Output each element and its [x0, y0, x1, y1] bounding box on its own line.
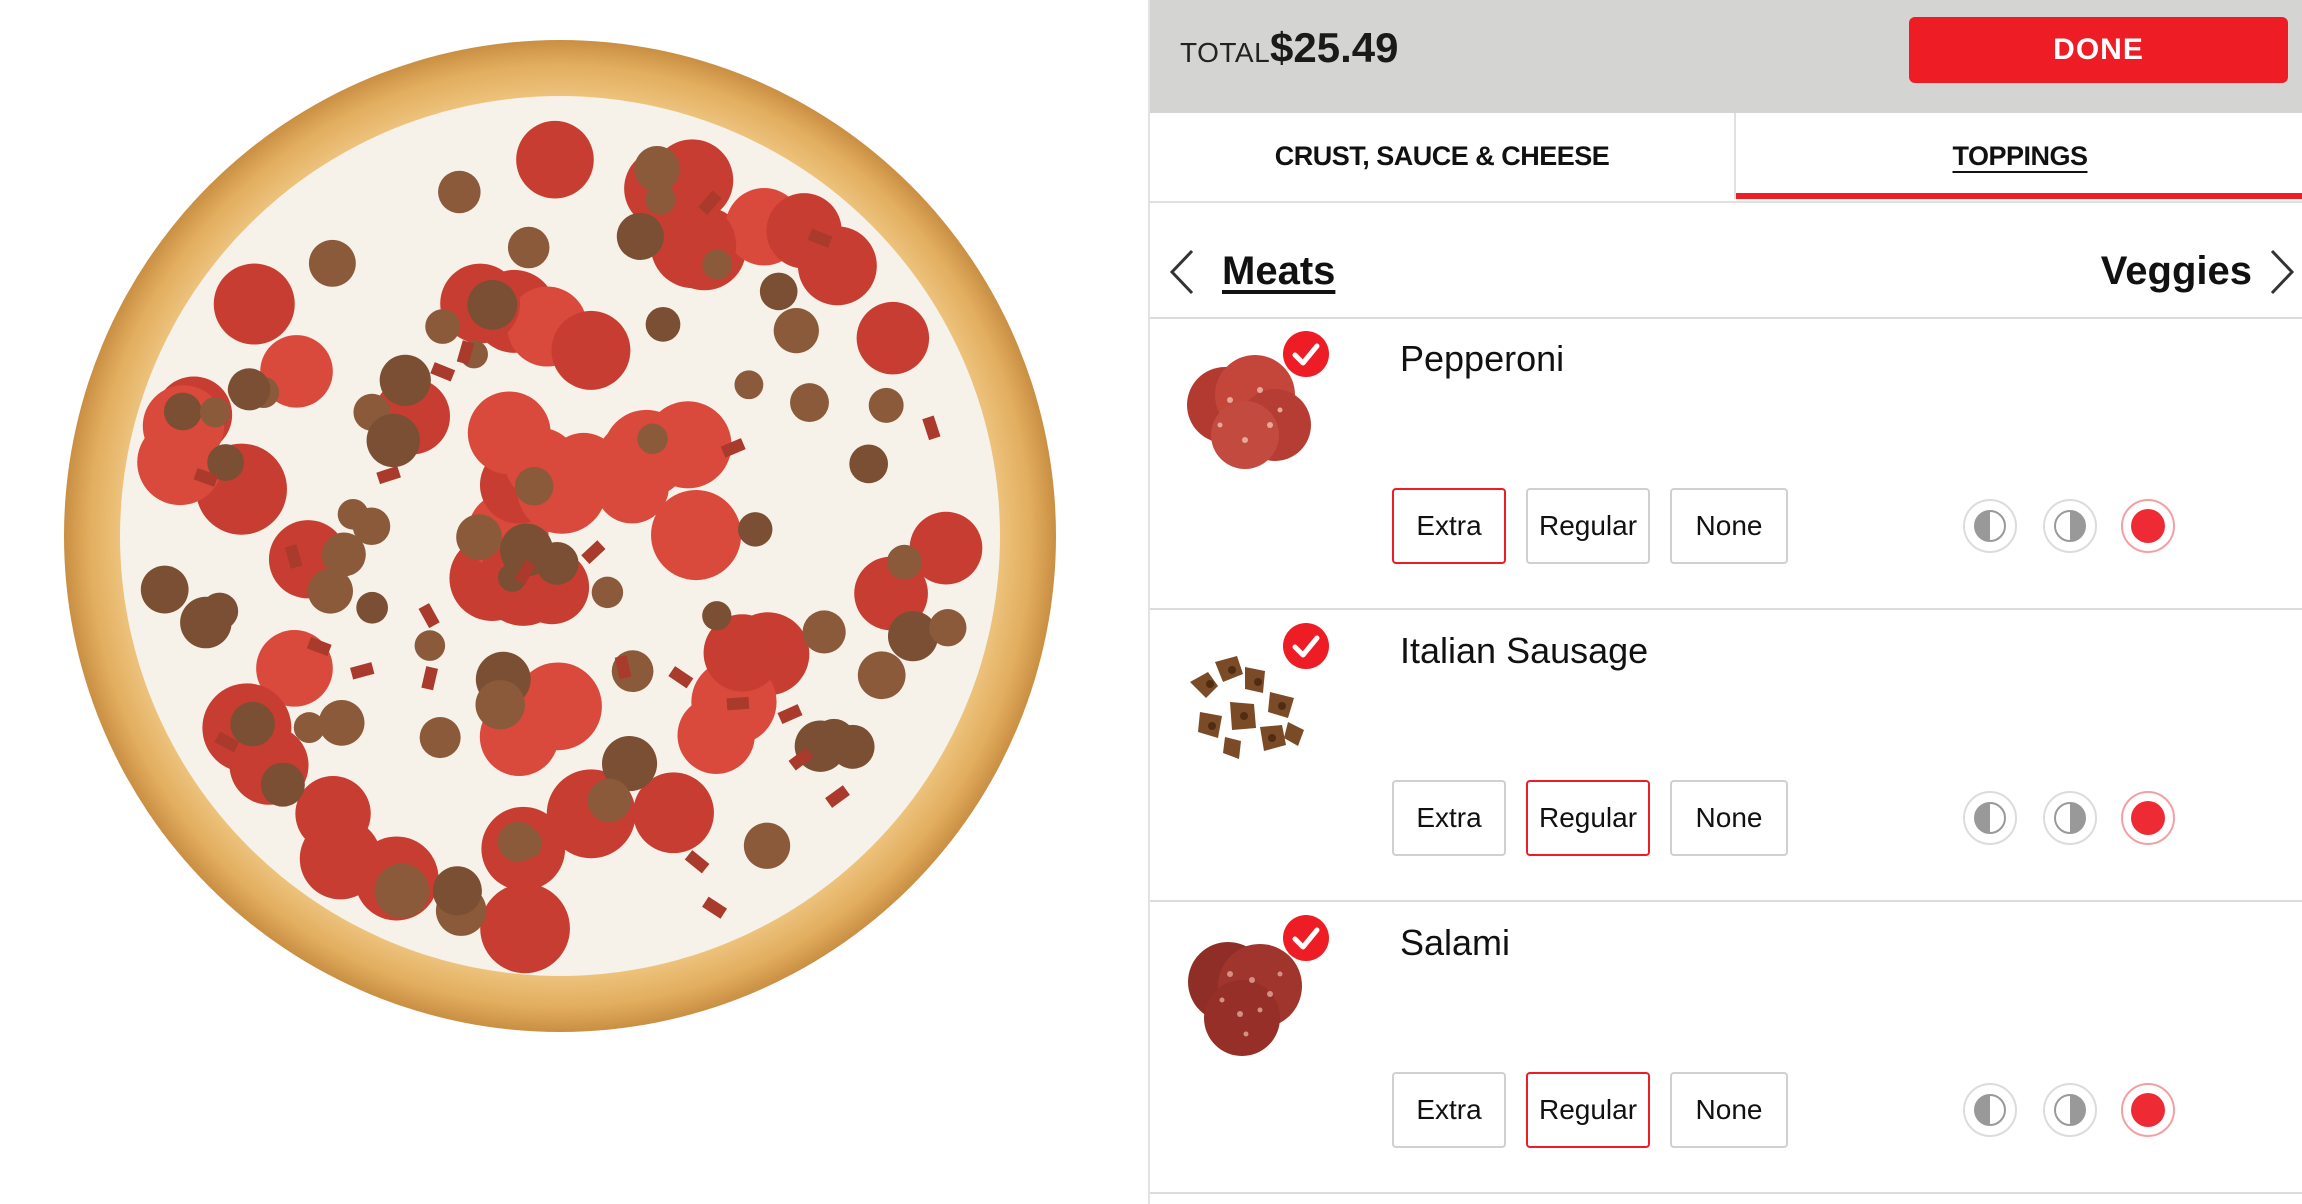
none-button[interactable]: None	[1670, 1072, 1788, 1148]
chevron-left-icon[interactable]	[1164, 247, 1198, 297]
regular-button[interactable]: Regular	[1526, 488, 1650, 564]
topping-row-italian-sausage: Italian Sausage Extra Regular None	[1150, 610, 2302, 902]
tab-toppings[interactable]: TOPPINGS	[1736, 113, 2302, 199]
whole-pizza-icon[interactable]	[2120, 498, 2176, 554]
category-navigation: Meats Veggies	[1150, 201, 2302, 319]
builder-panel: TOTAL $25.49 DONE CRUST, SAUCE & CHEESE …	[1148, 0, 2302, 1204]
total-label: TOTAL	[1180, 37, 1271, 68]
topping-row-salami: Salami Extra Regular None	[1150, 902, 2302, 1194]
category-current-meats[interactable]: Meats	[1222, 249, 1335, 294]
whole-pizza-icon[interactable]	[2120, 1082, 2176, 1138]
active-tab-indicator	[1736, 193, 2302, 199]
left-half-icon[interactable]	[1962, 498, 2018, 554]
tab-crust-sauce-cheese[interactable]: CRUST, SAUCE & CHEESE	[1150, 113, 1736, 199]
right-half-icon[interactable]	[2042, 498, 2098, 554]
extra-button[interactable]: Extra	[1392, 488, 1506, 564]
right-half-icon[interactable]	[2042, 1082, 2098, 1138]
checkmark-icon	[1283, 915, 1329, 961]
done-button[interactable]: DONE	[1909, 17, 2288, 83]
none-button[interactable]: None	[1670, 780, 1788, 856]
topping-name: Salami	[1400, 922, 1511, 963]
category-next-veggies[interactable]: Veggies	[2101, 249, 2252, 294]
pizza-preview-image	[64, 40, 1056, 1032]
extra-button[interactable]: Extra	[1392, 1072, 1506, 1148]
right-half-icon[interactable]	[2042, 790, 2098, 846]
pizza-preview-area	[0, 0, 1148, 1204]
left-half-icon[interactable]	[1962, 1082, 2018, 1138]
builder-tabs: CRUST, SAUCE & CHEESE TOPPINGS	[1150, 113, 2302, 203]
whole-pizza-icon[interactable]	[2120, 790, 2176, 846]
extra-button[interactable]: Extra	[1392, 780, 1506, 856]
topping-name: Italian Sausage	[1400, 630, 1649, 671]
total-price: $25.49	[1270, 24, 1399, 71]
regular-button[interactable]: Regular	[1526, 780, 1650, 856]
left-half-icon[interactable]	[1962, 790, 2018, 846]
topping-name: Pepperoni	[1400, 338, 1565, 379]
topping-row-pepperoni: Pepperoni Extra Regular None	[1150, 318, 2302, 610]
chevron-right-icon[interactable]	[2266, 247, 2300, 297]
regular-button[interactable]: Regular	[1526, 1072, 1650, 1148]
checkmark-icon	[1283, 623, 1329, 669]
checkmark-icon	[1283, 331, 1329, 377]
order-summary-bar: TOTAL $25.49 DONE	[1150, 0, 2302, 113]
none-button[interactable]: None	[1670, 488, 1788, 564]
